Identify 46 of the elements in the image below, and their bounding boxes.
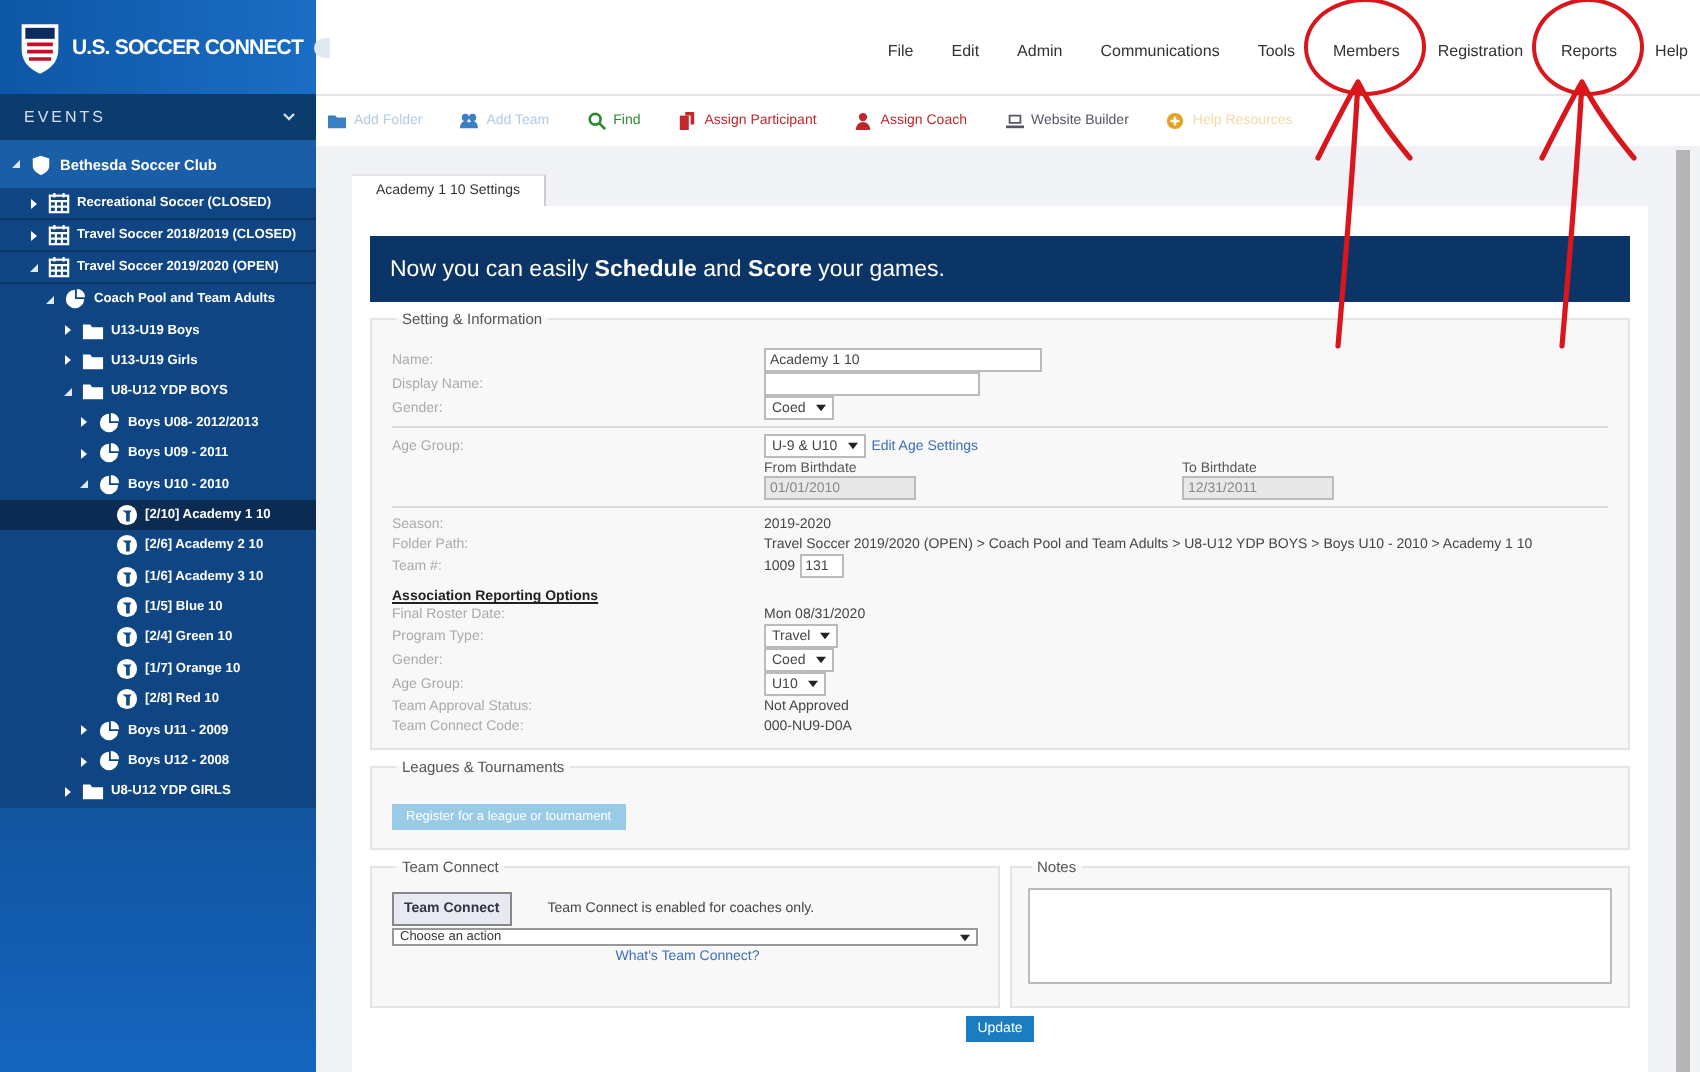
notes-field[interactable] <box>1027 888 1612 984</box>
display-name-field[interactable] <box>764 372 980 396</box>
shield-icon <box>30 153 52 175</box>
folder-icon <box>81 380 103 403</box>
app-title: U.S. SOCCER CONNECT <box>72 35 303 59</box>
jersey-icon <box>115 534 137 557</box>
pie-icon <box>98 473 120 496</box>
calendar-icon <box>47 256 69 278</box>
jersey-icon <box>115 688 137 711</box>
caret-down-icon <box>815 656 826 664</box>
pie-icon <box>98 442 120 465</box>
menu-item[interactable]: Help <box>1655 41 1688 59</box>
calendar-icon <box>47 192 69 214</box>
banner-text: Now you can easily Schedule and Score your games. <box>390 257 945 281</box>
menu-item[interactable]: Admin <box>1017 41 1063 59</box>
caret-down-icon <box>959 933 969 941</box>
pie-icon <box>98 719 120 742</box>
calendar-icon <box>47 224 69 246</box>
menu-item[interactable]: Edit <box>951 41 980 59</box>
pie-icon <box>64 288 86 311</box>
pie-icon <box>98 750 120 773</box>
menu-item[interactable]: Members <box>1333 41 1400 59</box>
caret-down-icon <box>807 680 818 688</box>
jersey-icon <box>115 657 137 680</box>
menu-item[interactable]: File <box>887 41 914 59</box>
scrollbar[interactable] <box>1676 150 1690 1072</box>
folder-icon <box>81 780 103 803</box>
caret-down-icon <box>820 632 831 640</box>
jersey-icon <box>115 626 137 649</box>
jersey-icon <box>115 596 137 619</box>
folder-icon <box>81 319 103 342</box>
menu-item[interactable]: Tools <box>1257 41 1295 59</box>
events-header[interactable]: EVENTS <box>0 94 316 140</box>
folder-icon <box>81 349 103 372</box>
menu-item[interactable]: Reports <box>1561 41 1618 59</box>
caret-down-icon <box>815 404 826 412</box>
menu-item[interactable]: Registration <box>1437 41 1524 59</box>
chevron-down-icon <box>282 112 296 122</box>
jersey-icon <box>115 503 137 526</box>
jersey-icon <box>115 565 137 588</box>
crest-logo <box>18 19 62 75</box>
pie-icon <box>98 411 120 434</box>
menu-item[interactable]: Communications <box>1100 41 1220 59</box>
caret-down-icon <box>847 442 858 450</box>
collapse-toggle[interactable] <box>313 37 329 57</box>
section-title: EVENTS <box>24 108 107 126</box>
